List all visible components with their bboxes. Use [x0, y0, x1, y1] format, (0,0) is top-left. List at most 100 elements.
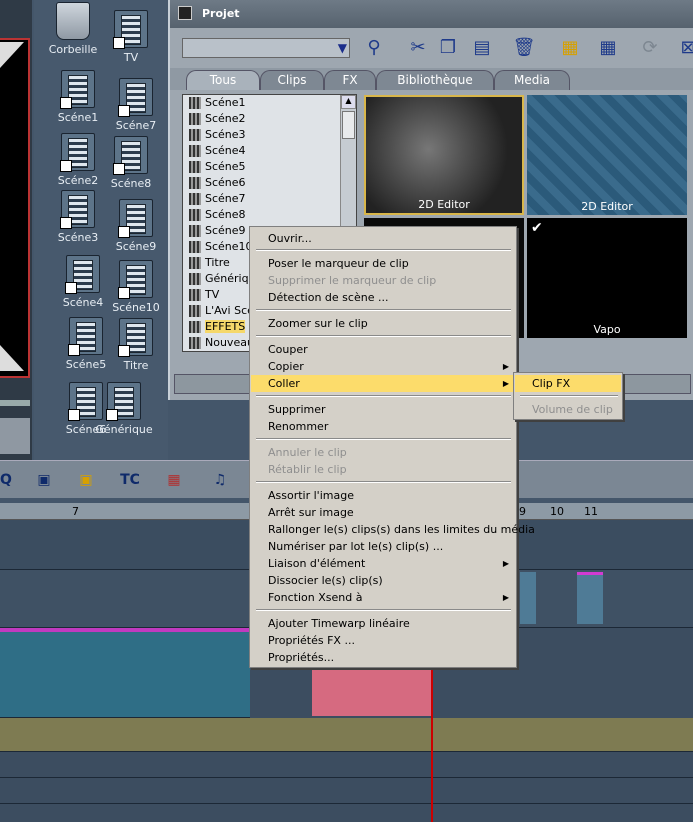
clip-icon [60, 133, 95, 172]
list-item[interactable]: Scéne2 [187, 111, 246, 127]
menu-item-proprietes-fx[interactable]: Propriétés FX ... [251, 632, 515, 649]
clip-thumbnail[interactable]: 2D Editor [364, 95, 524, 215]
color-bars-icon[interactable]: ▦ [162, 469, 186, 491]
bin-item-label: Scéne1 [57, 111, 99, 124]
list-item[interactable]: Scéne8 [187, 207, 246, 223]
bin-item[interactable]: Générique [89, 382, 159, 436]
bin-panel: Corbeille TV Scéne1 Scéne7 Scéne2 Scéne8… [34, 0, 168, 460]
menu-item-assortir-image[interactable]: Assortir l'image [251, 487, 515, 504]
list-view-icon[interactable]: ▦ [596, 36, 620, 60]
menu-item-coller[interactable]: Coller ▶ [251, 375, 515, 392]
binoculars-icon[interactable]: ⚲ [362, 36, 386, 60]
bin-item[interactable]: TV [96, 10, 166, 64]
menu-item-poser-marqueur[interactable]: Poser le marqueur de clip [251, 255, 515, 272]
ruler-label: 9 [519, 505, 526, 518]
clip-thumbnail[interactable]: 2D Editor [527, 95, 687, 215]
list-item[interactable]: Scéne1 [187, 95, 246, 111]
list-item[interactable]: Scéne10 [187, 239, 253, 255]
clip-thumbnail[interactable] [312, 670, 432, 716]
tab-fx[interactable]: FX [324, 70, 376, 90]
tab-bibliotheque[interactable]: Bibliothèque [376, 70, 494, 90]
list-item[interactable]: Scéne3 [187, 127, 246, 143]
menu-item-zoomer[interactable]: Zoomer sur le clip [251, 315, 515, 332]
trash-icon[interactable]: 🗑 [512, 36, 536, 60]
list-item[interactable]: Scéne7 [187, 191, 246, 207]
snap-icon[interactable]: ▣ [74, 469, 98, 491]
audio-track[interactable] [0, 718, 693, 752]
video-track-clip[interactable] [0, 628, 250, 718]
clip-icon [68, 317, 103, 356]
zoom-icon[interactable]: Q [0, 469, 18, 491]
tab-media[interactable]: Media [494, 70, 570, 90]
menu-item-numeriser[interactable]: Numériser par lot le(s) clip(s) ... [251, 538, 515, 555]
menu-item-timewarp[interactable]: Ajouter Timewarp linéaire [251, 615, 515, 632]
menu-separator [256, 438, 511, 440]
tab-clips[interactable]: Clips [260, 70, 324, 90]
paste-icon[interactable]: ▤ [470, 36, 494, 60]
scrollbar-thumb[interactable] [342, 111, 355, 139]
list-item-label: L'Avi Scé [205, 304, 254, 317]
menu-separator [520, 395, 618, 397]
list-item[interactable]: Nouveau [187, 335, 254, 351]
menu-separator [256, 609, 511, 611]
bin-item[interactable]: Scéne7 [101, 78, 171, 132]
timeline-clip[interactable] [520, 572, 536, 624]
clip-thumbnail[interactable]: ✔ Vapo [527, 218, 687, 338]
refresh-icon[interactable]: ⟳ [638, 36, 662, 60]
menu-item-proprietes[interactable]: Propriétés... [251, 649, 515, 666]
close-icon[interactable]: ⊠ [676, 36, 693, 60]
bin-item-label: Scéne10 [112, 301, 160, 314]
bin-item[interactable]: Scéne10 [101, 260, 171, 314]
timeline-clip[interactable] [577, 572, 603, 624]
music-note-icon[interactable]: ♫ [208, 469, 232, 491]
menu-item-xsend[interactable]: Fonction Xsend à ▶ [251, 589, 515, 606]
list-item[interactable]: Scéne5 [187, 159, 246, 175]
menu-item-volume-clip[interactable]: Volume de clip [515, 401, 621, 418]
scroll-up-icon[interactable]: ▲ [341, 95, 356, 109]
menu-item-liaison[interactable]: Liaison d'élément ▶ [251, 555, 515, 572]
menu-item-rallonger[interactable]: Rallonger le(s) clips(s) dans les limite… [251, 521, 535, 538]
menu-item-supprimer[interactable]: Supprimer [251, 401, 515, 418]
list-item-selected[interactable]: EFFETS [187, 319, 246, 335]
menu-item-arret-image[interactable]: Arrêt sur image [251, 504, 515, 521]
submenu-arrow-icon: ▶ [502, 362, 509, 371]
menu-item-renommer[interactable]: Renommer [251, 418, 515, 435]
clip-icon [118, 199, 153, 238]
preview-button[interactable] [0, 418, 30, 454]
list-item[interactable]: TV [187, 287, 219, 303]
menu-item-detection-scene[interactable]: Détection de scène ... [251, 289, 515, 306]
menu-item-copier[interactable]: Copier ▶ [251, 358, 515, 375]
bin-item-label: Scéne4 [62, 296, 104, 309]
bin-item[interactable]: Scéne9 [101, 199, 171, 253]
clip-icon [60, 70, 95, 109]
menu-item-dissocier[interactable]: Dissocier le(s) clip(s) [251, 572, 515, 589]
copy-icon[interactable]: ❐ [436, 36, 460, 60]
project-titlebar[interactable]: Projet [170, 0, 693, 28]
timecode-button[interactable]: TC [118, 469, 142, 491]
menu-item-couper[interactable]: Couper [251, 341, 515, 358]
preview-scrubber[interactable] [0, 400, 30, 406]
track[interactable] [0, 752, 693, 778]
menu-item-ouvrir[interactable]: Ouvrir... [251, 230, 515, 247]
trash-icon [56, 2, 90, 40]
scissors-icon[interactable]: ✂ [406, 36, 430, 60]
menu-separator [256, 249, 511, 251]
bin-item[interactable]: Titre [101, 318, 171, 372]
track[interactable] [0, 778, 693, 804]
menu-item-clip-fx[interactable]: Clip FX [515, 375, 621, 392]
list-item[interactable]: L'Avi Scé [187, 303, 254, 319]
list-item[interactable]: Scéne4 [187, 143, 246, 159]
tab-tous[interactable]: Tous [186, 70, 260, 90]
bin-item-label: Scéne2 [57, 174, 99, 187]
menu-item-supprimer-marqueur[interactable]: Supprimer le marqueur de clip [251, 272, 515, 289]
menu-item-retablir-clip[interactable]: Rétablir le clip [251, 461, 515, 478]
list-item[interactable]: Scéne6 [187, 175, 246, 191]
layout-icon[interactable]: ▣ [32, 469, 56, 491]
menu-item-annuler-clip[interactable]: Annuler le clip [251, 444, 515, 461]
project-dropdown[interactable]: ▼ [182, 38, 350, 58]
checkmark-icon: ✔ [531, 220, 543, 236]
list-item[interactable]: Scéne9 [187, 223, 246, 239]
list-item[interactable]: Titre [187, 255, 230, 271]
thumbnail-view-icon[interactable]: ▦ [558, 36, 582, 60]
bin-item[interactable]: Scéne8 [96, 136, 166, 190]
